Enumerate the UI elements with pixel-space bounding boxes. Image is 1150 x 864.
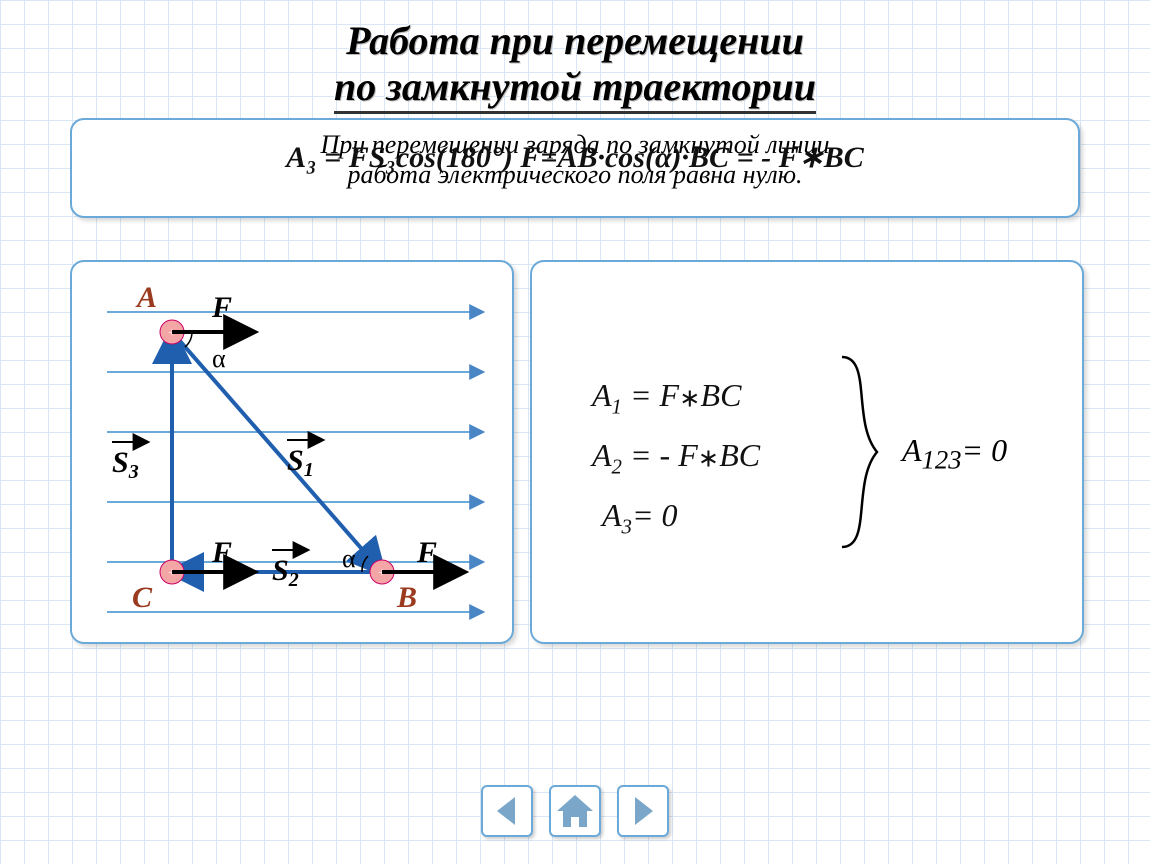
summary-line2: работа электрического поля равна нулю.	[96, 160, 1054, 190]
next-button[interactable]	[617, 785, 669, 837]
nav-bar	[0, 785, 1150, 837]
angle-alpha-B: α	[342, 544, 356, 573]
summary-line1: При перемещении заряда по замкнутой лини…	[96, 130, 1054, 160]
home-button[interactable]	[549, 785, 601, 837]
force-B-label: F	[416, 536, 437, 569]
segment-S1-label: S1	[287, 444, 314, 481]
angle-alpha-A: α	[212, 344, 226, 373]
segment-S3-label: S3	[112, 446, 139, 483]
point-B-label: B	[396, 581, 417, 614]
point-C-label: C	[132, 581, 153, 614]
equation-result: A123= 0	[902, 432, 1007, 475]
segment-S2-label: S2	[272, 554, 299, 591]
prev-button[interactable]	[481, 785, 533, 837]
slide-title: Работа при перемещении по замкнутой трае…	[0, 0, 1150, 110]
equation-A3: A3= 0	[602, 497, 678, 539]
summary-box: При перемещении заряда по замкнутой лини…	[70, 118, 1080, 218]
equations-panel: A1 = F∗BC A2 = - F∗BC A3= 0 A123= 0	[530, 260, 1084, 644]
point-A-label: A	[135, 281, 157, 314]
equation-A2: A2 = - F∗BC	[592, 437, 760, 479]
force-A-label: F	[211, 291, 232, 324]
brace-icon	[832, 352, 892, 552]
equation-A1: A1 = F∗BC	[592, 377, 741, 419]
force-C-label: F	[211, 536, 232, 569]
diagram-panel: + + + A B C F F F	[70, 260, 514, 644]
